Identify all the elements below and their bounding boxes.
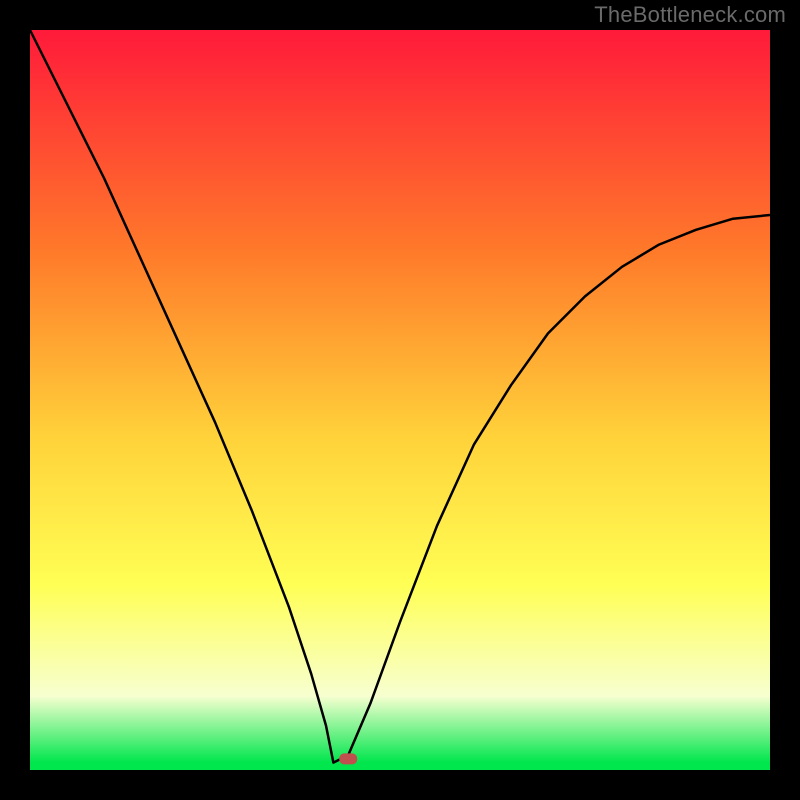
chart-svg [0, 0, 800, 800]
plot-background [30, 30, 770, 770]
watermark-text: TheBottleneck.com [594, 2, 786, 28]
optimum-marker [339, 753, 357, 764]
chart-stage: TheBottleneck.com [0, 0, 800, 800]
